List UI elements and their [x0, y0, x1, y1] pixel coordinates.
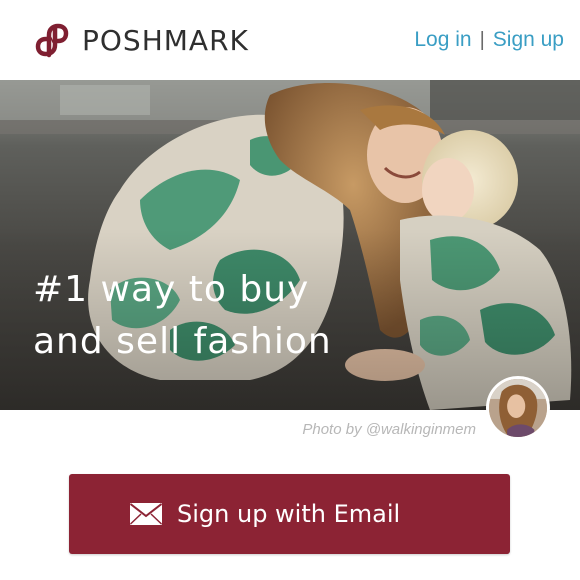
auth-separator: | — [479, 28, 485, 51]
hero-banner: #1 way to buy and sell fashion — [0, 80, 580, 410]
brand[interactable]: POSHMARK — [34, 21, 249, 59]
auth-links: Log in | Sign up — [414, 28, 564, 52]
mail-icon — [129, 503, 163, 525]
hero-title-line-1: #1 way to buy — [33, 269, 310, 310]
photo-credit: Photo by @walkinginmem — [302, 421, 476, 438]
hero-title: #1 way to buy and sell fashion — [33, 264, 453, 368]
poshmark-logo-icon — [35, 23, 69, 58]
top-header: POSHMARK Log in | Sign up — [0, 0, 580, 80]
brand-name: POSHMARK — [82, 23, 249, 57]
avatar-photo — [489, 379, 547, 437]
email-signup-label: Sign up with Email — [177, 500, 401, 528]
signup-link[interactable]: Sign up — [493, 28, 564, 52]
login-link[interactable]: Log in — [414, 28, 471, 52]
email-signup-button[interactable]: Sign up with Email — [69, 474, 510, 554]
photographer-avatar[interactable] — [486, 376, 550, 440]
hero-title-line-2: and sell fashion — [33, 321, 332, 362]
